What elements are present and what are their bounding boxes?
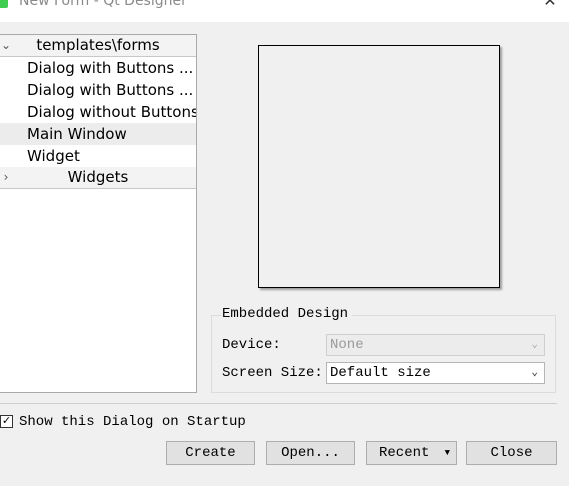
- tree-category-templates-forms[interactable]: ⌄ templates\forms: [0, 35, 196, 57]
- tree-item-dialog-without-buttons[interactable]: Dialog without Buttons: [0, 101, 196, 123]
- embedded-design-title: Embedded Design: [222, 306, 353, 322]
- chevron-down-icon[interactable]: ⌄: [531, 363, 538, 383]
- chevron-down-icon[interactable]: ▼: [445, 442, 450, 464]
- screen-size-value: Default size: [330, 365, 431, 381]
- title-bar: New Form - Qt Designer ✕: [0, 0, 569, 22]
- close-button[interactable]: Close: [466, 441, 557, 465]
- chevron-right-icon[interactable]: ›: [0, 167, 12, 188]
- separator: [0, 403, 557, 404]
- close-icon[interactable]: ✕: [540, 0, 560, 14]
- chevron-down-icon: ⌄: [531, 339, 538, 351]
- screen-size-label: Screen Size:: [222, 365, 323, 381]
- device-select: None ⌄: [326, 334, 545, 356]
- tree-item-dialog-buttons-bottom[interactable]: Dialog with Buttons ...: [0, 57, 196, 79]
- form-template-tree[interactable]: ⌄ templates\forms Dialog with Buttons ..…: [0, 34, 197, 393]
- tree-category-label: templates\forms: [36, 36, 160, 54]
- screen-size-select[interactable]: Default size ⌄: [326, 362, 545, 384]
- tree-item-dialog-buttons-right[interactable]: Dialog with Buttons ...: [0, 79, 196, 101]
- device-value: None: [330, 337, 364, 353]
- open-button[interactable]: Open...: [266, 441, 355, 465]
- tree-item-widget[interactable]: Widget: [0, 145, 196, 167]
- window-title: New Form - Qt Designer: [19, 0, 187, 9]
- tree-category-label: Widgets: [67, 168, 129, 186]
- checkmark-icon: ✓: [1, 415, 12, 427]
- tree-category-widgets[interactable]: › Widgets: [0, 167, 196, 189]
- recent-button-label: Recent: [379, 445, 430, 461]
- tree-item-main-window[interactable]: Main Window: [0, 123, 196, 145]
- qt-designer-icon: [0, 0, 8, 8]
- chevron-down-icon[interactable]: ⌄: [0, 35, 12, 56]
- device-label: Device:: [222, 337, 281, 353]
- startup-checkbox[interactable]: ✓: [0, 415, 13, 428]
- startup-checkbox-label[interactable]: Show this Dialog on Startup: [19, 414, 246, 430]
- recent-button[interactable]: Recent ▼: [366, 441, 457, 465]
- form-preview: [258, 45, 500, 288]
- create-button[interactable]: Create: [166, 441, 255, 465]
